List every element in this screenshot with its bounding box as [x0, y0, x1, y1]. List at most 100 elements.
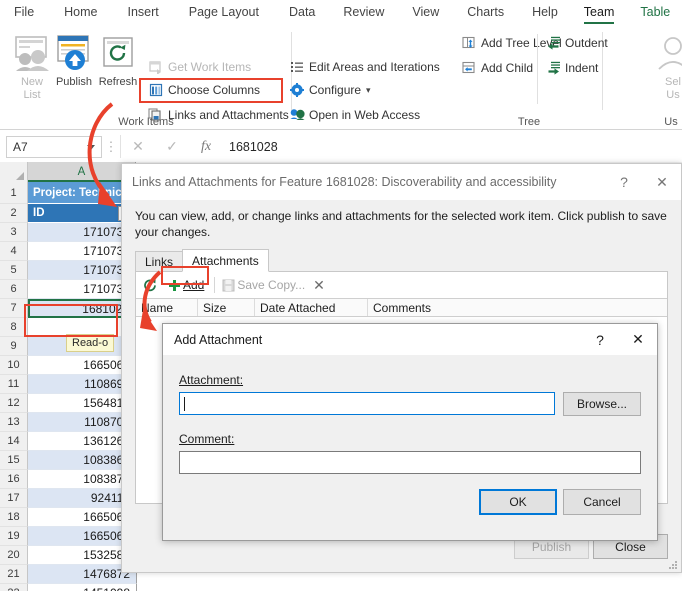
- refresh-attachments-button[interactable]: [141, 278, 159, 292]
- cancel-x-icon[interactable]: ✕: [121, 138, 155, 155]
- name-box-value: A7: [13, 140, 28, 154]
- add-dialog-title-bar: Add Attachment ? ✕: [163, 324, 657, 355]
- select-all-corner[interactable]: [0, 162, 28, 182]
- comment-input[interactable]: [179, 451, 641, 474]
- cancel-button[interactable]: Cancel: [563, 489, 641, 515]
- group-label-tree: Tree: [455, 116, 603, 128]
- ribbon: Work Items New List: [0, 26, 682, 130]
- new-list-label-line2: List: [6, 89, 58, 102]
- choose-columns-button[interactable]: Choose Columns: [146, 79, 260, 101]
- add-attachment-button[interactable]: Add: [165, 278, 204, 292]
- group-label-users: Us: [651, 116, 682, 128]
- choose-columns-icon: [146, 83, 166, 97]
- links-and-attachments-button[interactable]: Links and Attachments: [146, 104, 289, 126]
- add-child-button[interactable]: Add Child: [459, 57, 533, 79]
- row-header[interactable]: 11: [0, 375, 28, 394]
- tab-insert[interactable]: Insert: [128, 1, 159, 25]
- row-header[interactable]: 19: [0, 527, 28, 546]
- cell-a22[interactable]: 1451098: [28, 584, 137, 591]
- row-header[interactable]: 7: [0, 299, 28, 318]
- row-header[interactable]: 9: [0, 337, 28, 356]
- row-header[interactable]: 5: [0, 261, 28, 280]
- tab-file[interactable]: File: [14, 1, 34, 25]
- help-question-icon[interactable]: ?: [605, 167, 643, 197]
- indent-button[interactable]: Indent: [543, 57, 598, 79]
- row-header[interactable]: 1: [0, 182, 28, 204]
- save-copy-button[interactable]: Save Copy...: [219, 278, 305, 292]
- attachment-input[interactable]: [179, 392, 555, 415]
- tab-table[interactable]: Table: [640, 1, 670, 25]
- close-x-icon[interactable]: ✕: [619, 325, 657, 355]
- row-header[interactable]: 15: [0, 451, 28, 470]
- row-header[interactable]: 12: [0, 394, 28, 413]
- column-header-size[interactable]: Size: [198, 299, 255, 316]
- resize-grip[interactable]: [668, 560, 678, 570]
- confirm-check-icon[interactable]: ✓: [155, 138, 189, 155]
- delete-attachment-button[interactable]: ✕: [311, 277, 325, 294]
- help-question-icon[interactable]: ?: [581, 325, 619, 355]
- attachment-label-text: Attachment:: [179, 373, 243, 387]
- delete-x-icon: ✕: [313, 277, 325, 294]
- text-caret: [184, 397, 185, 411]
- row-header[interactable]: 13: [0, 413, 28, 432]
- add-dialog-body: Attachment: Browse... Comment: OK Cancel: [163, 355, 657, 520]
- open-web-access-icon: [287, 108, 307, 122]
- tab-links[interactable]: Links: [135, 251, 183, 272]
- select-users-button[interactable]: Sel Us: [647, 30, 682, 102]
- column-header-date-attached[interactable]: Date Attached: [255, 299, 368, 316]
- row-header[interactable]: 2: [0, 204, 28, 223]
- row-header[interactable]: 16: [0, 470, 28, 489]
- column-header-comments[interactable]: Comments: [368, 299, 667, 316]
- chevron-down-icon[interactable]: [87, 145, 95, 150]
- outdent-button[interactable]: Outdent: [543, 32, 608, 54]
- attachment-input-row: Browse...: [179, 392, 641, 416]
- refresh-button[interactable]: Refresh: [92, 30, 144, 89]
- indent-label: Indent: [563, 61, 598, 75]
- ok-button[interactable]: OK: [479, 489, 557, 515]
- tab-charts[interactable]: Charts: [467, 1, 504, 25]
- tab-page-layout[interactable]: Page Layout: [189, 1, 259, 25]
- row-header[interactable]: 14: [0, 432, 28, 451]
- column-header-a[interactable]: A: [28, 162, 136, 182]
- formula-bar-expand-dots[interactable]: ⋮: [102, 139, 120, 155]
- row-header[interactable]: 18: [0, 508, 28, 527]
- row-header[interactable]: 21: [0, 565, 28, 584]
- browse-button[interactable]: Browse...: [563, 392, 641, 416]
- row-header[interactable]: 17: [0, 489, 28, 508]
- fx-icon[interactable]: fx: [189, 139, 223, 155]
- formula-input[interactable]: 1681028: [223, 140, 682, 154]
- row-header[interactable]: 4: [0, 242, 28, 261]
- add-dialog-title: Add Attachment: [174, 333, 581, 347]
- get-work-items-button[interactable]: Get Work Items: [146, 56, 251, 78]
- excel-window: File Home Insert Page Layout Data Review…: [0, 0, 682, 591]
- select-users-label-line2: Us: [647, 89, 682, 102]
- row-header[interactable]: 8: [0, 318, 28, 337]
- row-header[interactable]: 6: [0, 280, 28, 299]
- name-box[interactable]: A7: [6, 136, 102, 158]
- attachment-field-label: Attachment:: [179, 373, 641, 387]
- row-header[interactable]: 3: [0, 223, 28, 242]
- tab-data[interactable]: Data: [289, 1, 315, 25]
- tab-attachments[interactable]: Attachments: [182, 249, 269, 272]
- dialog-title: Links and Attachments for Feature 168102…: [132, 175, 605, 189]
- column-header-name[interactable]: Name: [136, 299, 198, 316]
- chevron-down-icon[interactable]: ▾: [366, 85, 371, 96]
- edit-areas-icon: [287, 60, 307, 74]
- comment-label-text: Comment:: [179, 432, 234, 446]
- tab-review[interactable]: Review: [343, 1, 384, 25]
- tab-home[interactable]: Home: [64, 1, 97, 25]
- edit-areas-iterations-button[interactable]: Edit Areas and Iterations: [287, 56, 440, 78]
- tab-view[interactable]: View: [412, 1, 439, 25]
- row-header[interactable]: 20: [0, 546, 28, 565]
- comment-field-label: Comment:: [179, 432, 641, 446]
- row-header[interactable]: 10: [0, 356, 28, 375]
- row-header[interactable]: 22: [0, 584, 28, 591]
- tab-team[interactable]: Team: [584, 1, 615, 25]
- configure-button[interactable]: Configure ▾: [287, 79, 371, 101]
- plus-add-icon: [165, 279, 183, 292]
- open-in-web-access-button[interactable]: Open in Web Access: [287, 104, 420, 126]
- close-x-icon[interactable]: ✕: [643, 167, 681, 197]
- tab-help[interactable]: Help: [532, 1, 558, 25]
- read-only-tooltip: Read-o: [66, 334, 114, 352]
- select-users-icon: [647, 30, 682, 76]
